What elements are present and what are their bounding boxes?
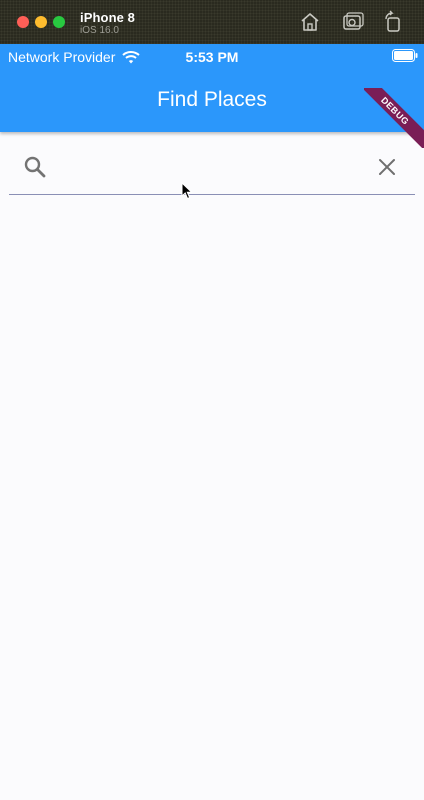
page-title: Find Places (157, 88, 267, 111)
mouse-pointer-icon (181, 182, 193, 200)
window-close-button[interactable] (17, 16, 29, 28)
status-time: 5:53 PM (185, 49, 239, 65)
device-name: iPhone 8 (80, 10, 135, 25)
home-icon[interactable] (298, 10, 322, 34)
search-input[interactable] (55, 152, 369, 182)
device-os-version: iOS 16.0 (80, 25, 119, 36)
screenshot-icon[interactable] (341, 10, 365, 34)
battery-icon (392, 49, 418, 62)
app-bar: Network Provider 5:53 PM Find Places DEB… (0, 44, 424, 148)
simulator-title-bar: iPhone 8 iOS 16.0 (0, 0, 424, 44)
window-minimize-button[interactable] (35, 16, 47, 28)
window-zoom-button[interactable] (53, 16, 65, 28)
close-icon[interactable] (377, 157, 397, 177)
search-field (9, 138, 415, 195)
search-icon (24, 156, 46, 178)
rotate-icon[interactable] (381, 10, 405, 34)
